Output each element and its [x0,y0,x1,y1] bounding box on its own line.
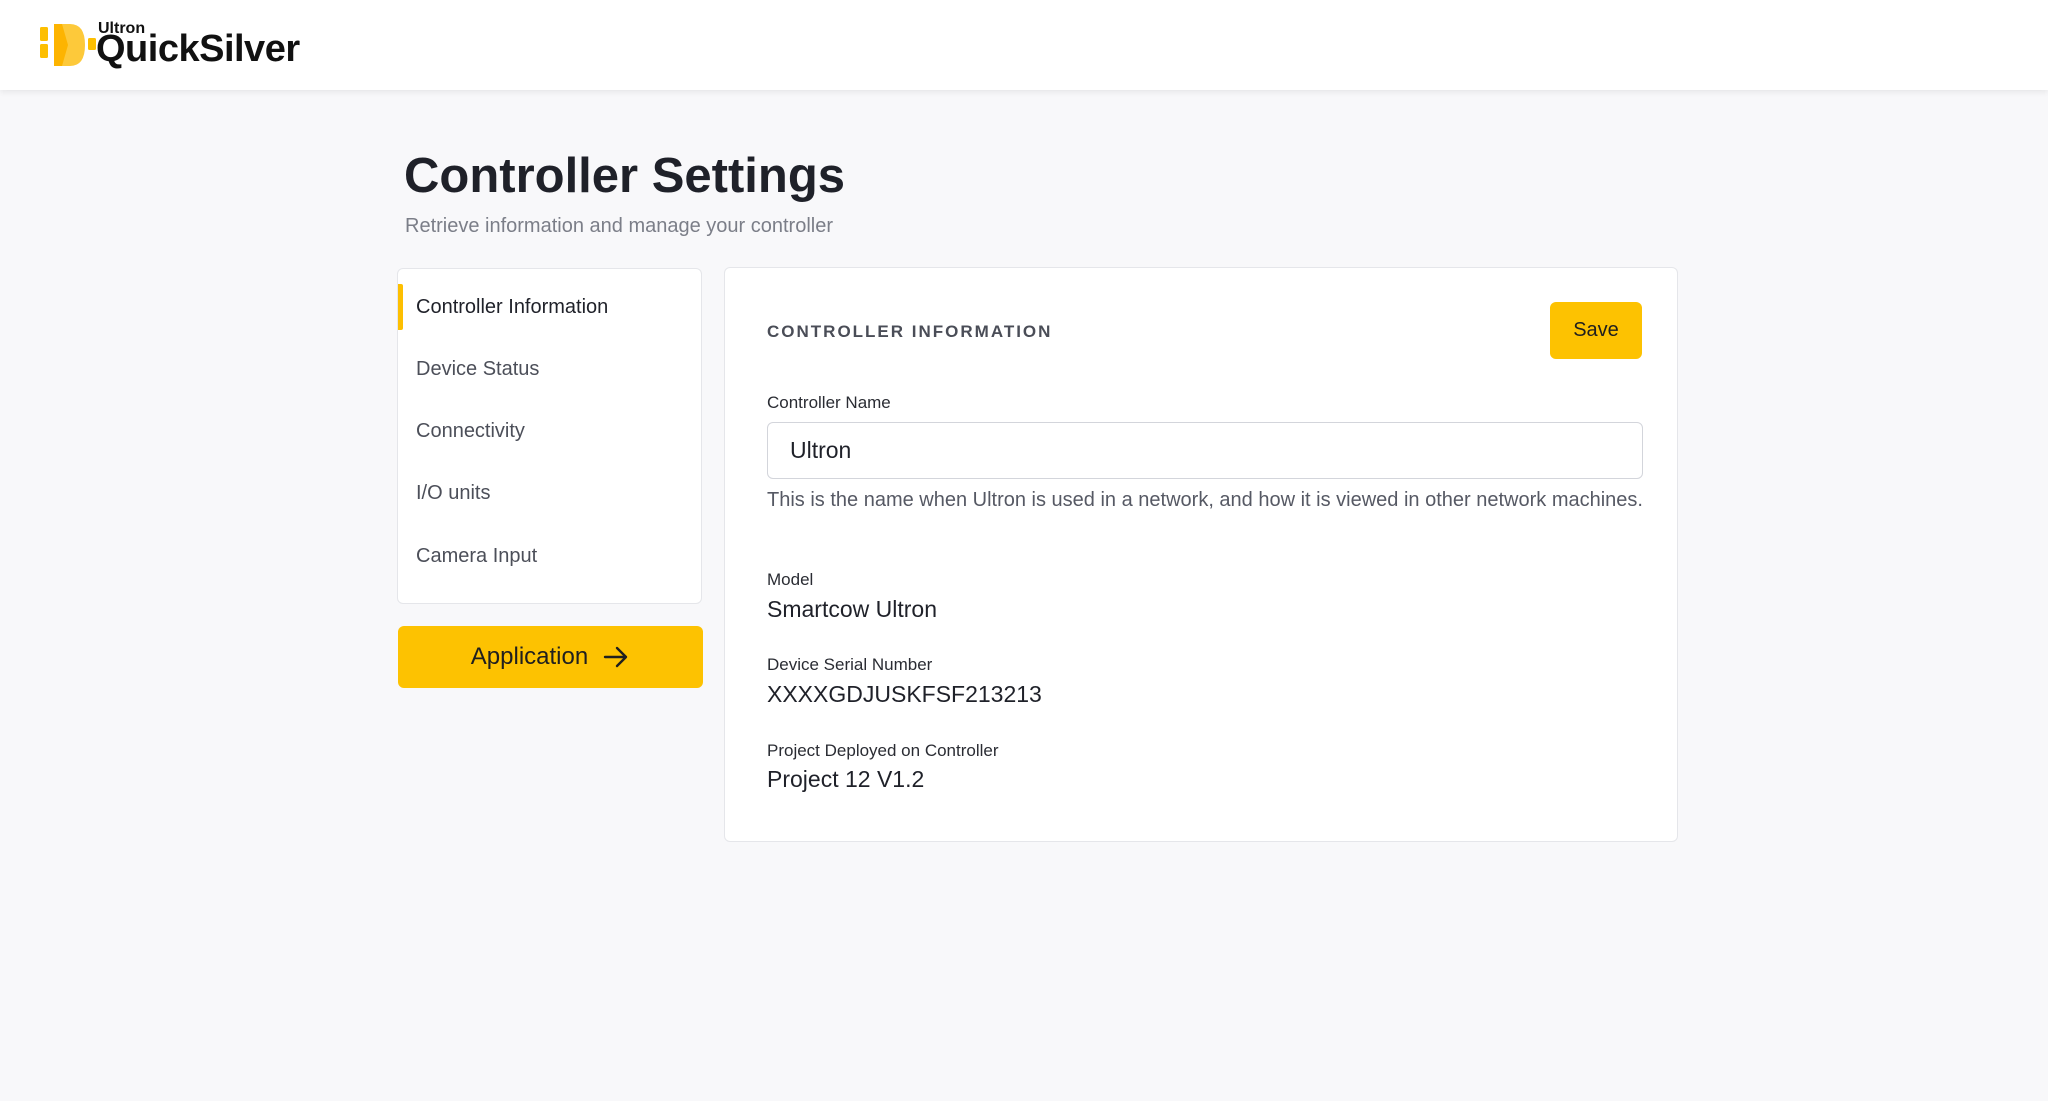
logo-title: QuickSilver [96,28,300,70]
section-title: CONTROLLER INFORMATION [767,322,1053,341]
serial-number-value: XXXXGDJUSKFSF213213 [767,681,1042,707]
sidebar-item-controller-information[interactable]: Controller Information [398,282,701,332]
page-title: Controller Settings [404,149,846,203]
serial-number-label: Device Serial Number [767,655,933,674]
project-deployed-value: Project 12 V1.2 [767,766,925,792]
project-deployed-label: Project Deployed on Controller [767,741,999,760]
sidebar-item-label: Connectivity [416,419,525,442]
controller-name-label: Controller Name [767,393,891,412]
brand-logo[interactable]: Ultron QuickSilver [40,20,320,70]
save-button[interactable]: Save [1550,302,1642,359]
model-value: Smartcow Ultron [767,596,937,622]
sidebar-item-label: Device Status [416,357,540,380]
sidebar-item-camera-input[interactable]: Camera Input [398,531,701,581]
page-subtitle: Retrieve information and manage your con… [405,215,833,237]
application-button-label: Application [470,643,589,670]
controller-name-help: This is the name when Ultron is used in … [767,489,1643,511]
sidebar-item-io-units[interactable]: I/O units [398,468,701,518]
controller-information-panel: CONTROLLER INFORMATION Save Controller N… [724,267,1678,842]
model-label: Model [767,570,814,589]
top-bar: Ultron QuickSilver [0,0,2048,90]
settings-sidebar: Controller Information Device Status Con… [397,268,702,604]
logo-mark-icon [40,24,96,66]
sidebar-item-label: Camera Input [416,544,538,567]
sidebar-item-label: Controller Information [416,295,609,318]
sidebar-item-label: I/O units [416,481,491,504]
sidebar-item-device-status[interactable]: Device Status [398,344,701,394]
controller-name-input[interactable] [767,422,1643,479]
sidebar-item-connectivity[interactable]: Connectivity [398,406,701,456]
arrow-right-icon [604,646,628,668]
application-button[interactable]: Application [398,626,703,688]
